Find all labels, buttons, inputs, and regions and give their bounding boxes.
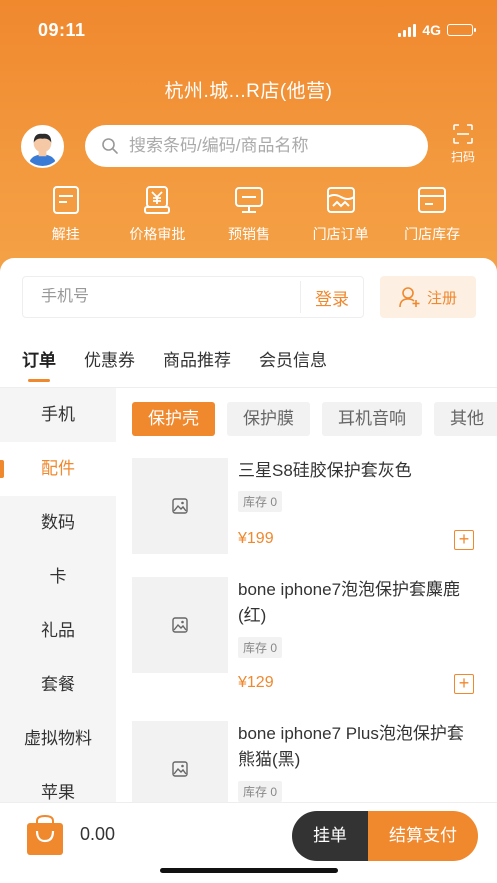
image-placeholder-icon xyxy=(172,617,188,633)
quick-action-label: 解挂 xyxy=(51,226,80,242)
stock-badge: 库存 0 xyxy=(238,781,283,802)
signal-icon xyxy=(398,23,417,37)
home-indicator xyxy=(160,868,338,873)
add-to-cart-button[interactable]: + xyxy=(454,530,474,550)
price-approval-icon xyxy=(144,186,171,214)
subcategory-chip[interactable]: 保护壳 xyxy=(132,402,215,436)
status-time: 09:11 xyxy=(38,20,86,40)
quick-action-store-stock[interactable]: 门店库存 xyxy=(386,185,478,244)
scan-icon xyxy=(453,124,473,144)
scan-button[interactable]: 扫码 xyxy=(444,124,482,165)
quick-action-label: 价格审批 xyxy=(129,226,186,242)
tab-recommendations[interactable]: 商品推荐 xyxy=(163,348,231,388)
quick-action-unhang[interactable]: 解挂 xyxy=(20,185,112,244)
product-name: bone iphone7 Plus泡泡保护套熊猫(黑) xyxy=(238,724,464,769)
store-title[interactable]: 杭州.城...R店(他营) xyxy=(0,76,497,103)
quick-actions: 解挂 价格审批 预销售 门店订单 门店库存 xyxy=(20,185,478,244)
login-button[interactable]: 登录 xyxy=(301,285,363,310)
add-user-icon xyxy=(399,287,420,308)
scan-label: 扫码 xyxy=(450,150,475,164)
product-name: 三星S8硅胶保护套灰色 xyxy=(238,461,412,480)
monitor-icon xyxy=(234,187,263,213)
network-label: 4G xyxy=(422,22,441,38)
shopping-bag-icon[interactable] xyxy=(25,815,65,857)
phone-input[interactable] xyxy=(23,288,300,306)
user-avatar-icon xyxy=(23,127,62,166)
login-row: 登录 xyxy=(22,276,364,318)
category-item[interactable]: 虚拟物料 xyxy=(0,712,116,766)
category-item[interactable]: 数码 xyxy=(0,496,116,550)
quick-action-label: 门店订单 xyxy=(312,226,369,242)
category-item[interactable]: 苹果 xyxy=(0,766,116,802)
stock-badge: 库存 0 xyxy=(238,637,283,658)
hang-order-button[interactable]: 挂单 xyxy=(292,811,368,861)
store-order-icon xyxy=(326,187,355,213)
checkout-button[interactable]: 结算支付 xyxy=(368,811,478,861)
battery-icon xyxy=(447,24,476,36)
category-item[interactable]: 套餐 xyxy=(0,658,116,712)
product-thumbnail xyxy=(132,721,228,802)
avatar[interactable] xyxy=(21,125,64,168)
status-bar: 09:11 4G xyxy=(0,18,497,46)
tab-orders[interactable]: 订单 xyxy=(22,348,56,388)
quick-action-store-order[interactable]: 门店订单 xyxy=(295,185,387,244)
register-button[interactable]: 注册 xyxy=(380,276,476,318)
product-thumbnail xyxy=(132,577,228,673)
product-price: ¥129 xyxy=(238,674,274,691)
quick-action-label: 预销售 xyxy=(227,226,270,242)
search-box[interactable] xyxy=(85,125,428,167)
category-item[interactable]: 手机 xyxy=(0,388,116,442)
product-name: bone iphone7泡泡保护套麋鹿(红) xyxy=(238,580,461,625)
product-thumbnail xyxy=(132,458,228,554)
register-label: 注册 xyxy=(426,289,457,307)
tab-coupons[interactable]: 优惠券 xyxy=(84,348,135,388)
subcategory-chips: 保护壳 保护膜 耳机音响 其他 xyxy=(132,402,497,436)
category-sidebar: 手机 配件 数码 卡 礼品 套餐 虚拟物料 苹果 xyxy=(0,388,116,802)
search-icon xyxy=(102,138,118,154)
document-icon xyxy=(52,186,79,214)
product-price: ¥199 xyxy=(238,530,274,547)
tab-member-info[interactable]: 会员信息 xyxy=(259,348,327,388)
header: 09:11 4G 杭州.城...R店(他营) 扫码 xyxy=(0,0,497,290)
product-content: 保护壳 保护膜 耳机音响 其他 三星S8硅胶保护套灰色 库存 0 ¥199 + xyxy=(116,388,497,802)
quick-action-label: 门店库存 xyxy=(404,226,461,242)
category-item[interactable]: 配件 xyxy=(0,442,116,496)
subcategory-chip[interactable]: 耳机音响 xyxy=(322,402,422,436)
image-placeholder-icon xyxy=(172,761,188,777)
category-item[interactable]: 卡 xyxy=(0,550,116,604)
image-placeholder-icon xyxy=(172,498,188,514)
cart-total: 0.00 xyxy=(80,824,116,844)
stock-badge: 库存 0 xyxy=(238,491,283,512)
tab-bar: 订单 优惠券 商品推荐 会员信息 xyxy=(0,348,497,388)
store-stock-icon xyxy=(418,187,447,213)
category-item[interactable]: 礼品 xyxy=(0,604,116,658)
quick-action-presale[interactable]: 预销售 xyxy=(203,185,295,244)
status-indicators: 4G xyxy=(398,22,476,38)
main-panel: 登录 注册 订单 优惠券 商品推荐 会员信息 手机 配件 数码 卡 礼品 套餐 … xyxy=(0,258,497,858)
subcategory-chip[interactable]: 其他 xyxy=(434,402,497,436)
quick-action-price-approval[interactable]: 价格审批 xyxy=(112,185,204,244)
subcategory-chip[interactable]: 保护膜 xyxy=(227,402,310,436)
add-to-cart-button[interactable]: + xyxy=(454,674,474,694)
search-input[interactable] xyxy=(129,136,399,156)
